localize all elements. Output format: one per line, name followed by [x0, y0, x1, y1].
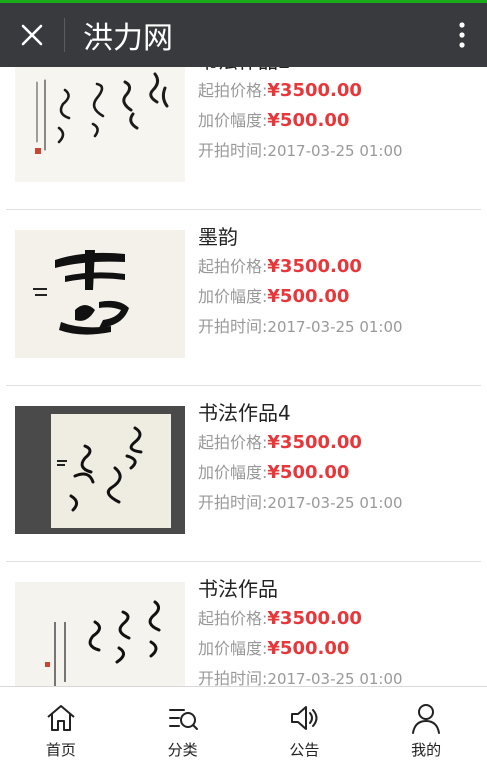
start-price-label: 起拍价格:: [198, 81, 268, 100]
artwork-thumbnail[interactable]: [15, 582, 185, 686]
start-price-label: 起拍价格:: [198, 257, 268, 276]
start-price-row: 起拍价格:¥3500.00: [198, 604, 481, 634]
start-time-row: 开拍时间:2017-03-25 01:00: [198, 488, 481, 518]
item-info: 书法作品 起拍价格:¥3500.00 加价幅度:¥500.00 开拍时间:201…: [198, 574, 481, 686]
artwork-thumbnail[interactable]: [15, 67, 185, 182]
increment-value: ¥500.00: [267, 638, 350, 659]
item-title[interactable]: 墨韵: [198, 222, 481, 252]
more-vertical-icon: [459, 22, 465, 48]
start-time-value: 2017-03-25 01:00: [267, 318, 403, 336]
header-divider: [64, 18, 65, 52]
start-price-value: ¥3500.00: [267, 432, 362, 453]
start-price-label: 起拍价格:: [198, 433, 268, 452]
list-item[interactable]: 墨韵 起拍价格:¥3500.00 加价幅度:¥500.00 开拍时间:2017-…: [6, 210, 481, 386]
increment-label: 加价幅度:: [198, 463, 268, 482]
list-item[interactable]: 书法作品2 起拍价格:¥3500.00 加价幅度:¥500.00 开拍时间:20…: [6, 67, 481, 210]
start-price-row: 起拍价格:¥3500.00: [198, 252, 481, 282]
start-time-row: 开拍时间:2017-03-25 01:00: [198, 312, 481, 342]
item-info: 书法作品2 起拍价格:¥3500.00 加价幅度:¥500.00 开拍时间:20…: [198, 67, 481, 166]
increment-value: ¥500.00: [267, 462, 350, 483]
app-root: 洪力网 起拍价格:¥3500.00 加价幅度:¥500.00 开拍时间:2017…: [0, 0, 487, 769]
top-bar: 洪力网: [0, 0, 487, 67]
close-icon: [21, 24, 43, 46]
tab-category[interactable]: 分类: [122, 687, 244, 769]
start-price-label: 起拍价格:: [198, 609, 268, 628]
increment-label: 加价幅度:: [198, 287, 268, 306]
increment-row: 加价幅度:¥500.00: [198, 458, 481, 488]
start-time-value: 2017-03-25 01:00: [267, 494, 403, 512]
start-time-label: 开拍时间:: [198, 317, 268, 336]
artwork-thumbnail[interactable]: [15, 230, 185, 358]
category-search-icon: [168, 709, 198, 730]
more-button[interactable]: [437, 3, 487, 67]
item-info: 书法作品4 起拍价格:¥3500.00 加价幅度:¥500.00 开拍时间:20…: [198, 398, 481, 518]
tab-home-label: 首页: [45, 741, 76, 759]
start-price-row: 起拍价格:¥3500.00: [198, 428, 481, 458]
home-icon: [47, 705, 75, 731]
item-info: 墨韵 起拍价格:¥3500.00 加价幅度:¥500.00 开拍时间:2017-…: [198, 222, 481, 342]
tab-category-label: 分类: [167, 741, 198, 759]
increment-row: 加价幅度:¥500.00: [198, 634, 481, 664]
start-time-label: 开拍时间:: [198, 141, 268, 160]
start-time-value: 2017-03-25 01:00: [267, 142, 403, 160]
auction-list-viewport[interactable]: 书法作品2 起拍价格:¥3500.00 加价幅度:¥500.00 开拍时间:20…: [0, 67, 487, 686]
increment-label: 加价幅度:: [198, 639, 268, 658]
increment-value: ¥500.00: [267, 286, 350, 307]
increment-row: 加价幅度:¥500.00: [198, 282, 481, 312]
increment-label: 加价幅度:: [198, 111, 268, 130]
list-item[interactable]: 书法作品4 起拍价格:¥3500.00 加价幅度:¥500.00 开拍时间:20…: [6, 386, 481, 562]
start-time-row: 开拍时间:2017-03-25 01:00: [198, 136, 481, 166]
item-title[interactable]: 书法作品2: [198, 67, 481, 76]
increment-value: ¥500.00: [267, 110, 350, 131]
bottom-nav: 首页 分类 公告 我的: [0, 686, 487, 769]
tab-home[interactable]: 首页: [0, 687, 122, 769]
tab-announcement[interactable]: 公告: [244, 687, 366, 769]
item-title[interactable]: 书法作品: [198, 574, 481, 604]
tab-mine[interactable]: 我的: [365, 687, 487, 769]
start-price-value: ¥3500.00: [267, 80, 362, 101]
item-title[interactable]: 书法作品4: [198, 398, 481, 428]
speaker-icon: [291, 706, 318, 730]
start-time-label: 开拍时间:: [198, 669, 268, 686]
tab-announcement-label: 公告: [289, 741, 320, 759]
tab-mine-label: 我的: [411, 741, 442, 759]
page-title: 洪力网: [83, 21, 173, 56]
user-icon: [412, 704, 441, 734]
start-time-value: 2017-03-25 01:00: [267, 670, 403, 686]
start-price-value: ¥3500.00: [267, 256, 362, 277]
start-price-value: ¥3500.00: [267, 608, 362, 629]
list-item[interactable]: 书法作品 起拍价格:¥3500.00 加价幅度:¥500.00 开拍时间:201…: [6, 562, 481, 686]
start-time-row: 开拍时间:2017-03-25 01:00: [198, 664, 481, 686]
start-price-row: 起拍价格:¥3500.00: [198, 76, 481, 106]
increment-row: 加价幅度:¥500.00: [198, 106, 481, 136]
start-time-label: 开拍时间:: [198, 493, 268, 512]
auction-list: 书法作品2 起拍价格:¥3500.00 加价幅度:¥500.00 开拍时间:20…: [0, 67, 487, 686]
artwork-thumbnail[interactable]: [15, 406, 185, 534]
close-button[interactable]: [0, 3, 64, 67]
